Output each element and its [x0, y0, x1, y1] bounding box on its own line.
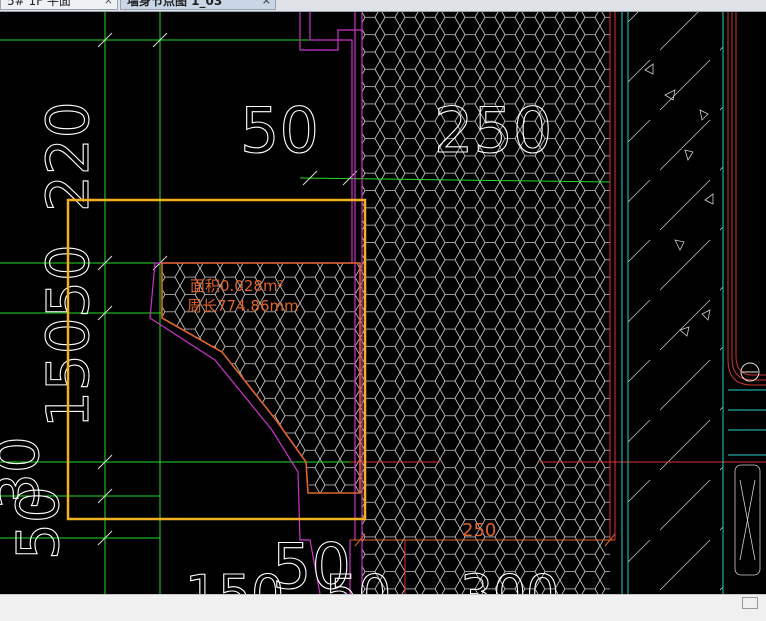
dim-bottom-300: 300	[460, 565, 559, 594]
measure-area-label: 面积0.028m²	[190, 277, 284, 295]
bottom-right-section	[734, 464, 761, 576]
status-bar	[0, 594, 766, 621]
waterproof-layer	[727, 12, 766, 386]
cad-drawing-canvas[interactable]: 50 250 220 50 150 30 50 50 150 50 300 25…	[0, 12, 766, 621]
resize-grip-icon[interactable]	[742, 597, 758, 609]
dim-left-50b: 50	[4, 486, 72, 560]
dim-bottom-150: 150	[185, 565, 284, 594]
tab-wall-detail[interactable]: 墙身节点图 1_03 ×	[120, 0, 276, 10]
measure-perimeter-label: 周长774.86mm	[187, 297, 299, 315]
tab-floor-plan-label: 5# 1F 平面	[7, 0, 71, 8]
dim-red-250: 250	[462, 520, 496, 541]
dim-bottom-50b: 50	[325, 565, 391, 594]
tab-floor-plan[interactable]: 5# 1F 平面 ×	[0, 0, 118, 10]
close-icon[interactable]: ×	[262, 0, 271, 10]
dim-top-50: 50	[240, 94, 319, 167]
dim-left-220: 220	[34, 101, 102, 212]
document-tab-bar: 5# 1F 平面 × 墙身节点图 1_03 ×	[0, 0, 766, 12]
dim-top-250: 250	[434, 94, 552, 167]
concrete-hatch	[628, 12, 723, 594]
close-icon[interactable]: ×	[104, 0, 113, 10]
tab-wall-detail-label: 墙身节点图 1_03	[127, 0, 223, 8]
